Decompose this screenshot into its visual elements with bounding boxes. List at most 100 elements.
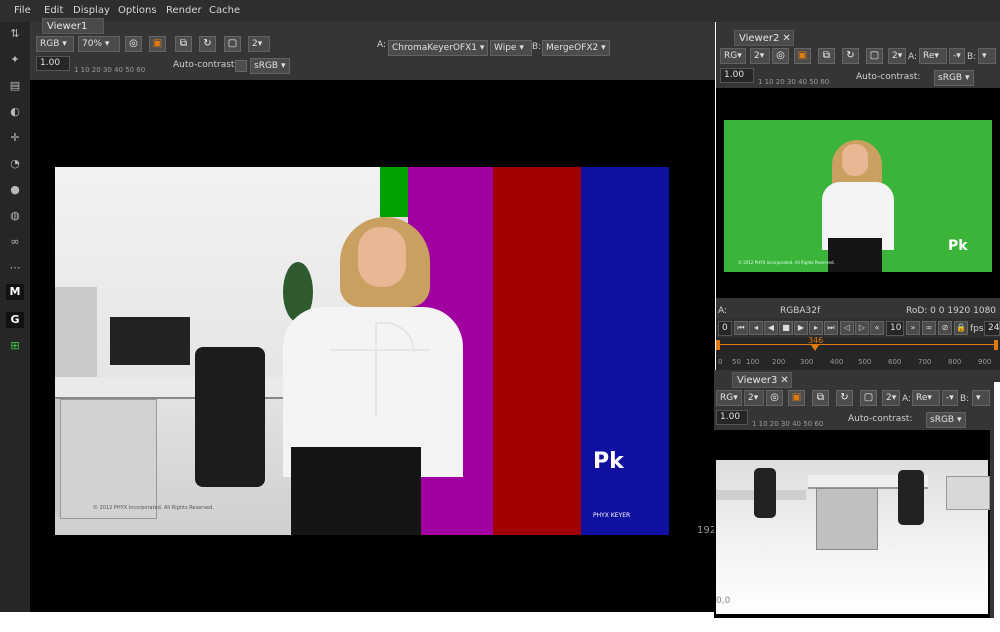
count2-dropdown[interactable]: 2▾ <box>888 48 906 64</box>
start-frame-field[interactable]: 0 <box>718 321 732 336</box>
paint-node-icon[interactable]: ✦ <box>6 52 24 68</box>
colorspace-dropdown[interactable]: sRGB ▾ <box>926 412 966 428</box>
last-frame-button[interactable]: ⏭ <box>824 321 838 335</box>
proxy-button[interactable]: ⧉ <box>812 390 829 406</box>
time-node-icon[interactable]: ▤ <box>6 78 24 94</box>
pause-render-button[interactable]: ▢ <box>866 48 883 64</box>
tab-viewer3[interactable]: Viewer3 ✕ <box>732 372 792 388</box>
prev-increment-button[interactable]: ◁ <box>840 321 854 335</box>
timeline-ruler[interactable]: 346 0 50 100 200 300 400 500 600 700 800… <box>716 336 1000 370</box>
prev-keyframe-button[interactable]: ◂ <box>749 321 763 335</box>
viewer2-viewport[interactable]: © 2012 PHYX Incorporated. All Rights Res… <box>716 88 1000 298</box>
menu-render[interactable]: Render <box>166 5 202 16</box>
channel-node-icon[interactable]: ◐ <box>6 104 24 120</box>
layer-count-dropdown[interactable]: 2▾ <box>750 48 770 64</box>
viewer1-viewport[interactable]: © 2012 PHYX Incorporated. All Rights Res… <box>30 80 715 612</box>
range-start-marker[interactable] <box>716 340 720 350</box>
filter-node-icon[interactable]: ● <box>6 182 24 198</box>
zoom-dropdown[interactable]: 70% ▾ <box>78 36 120 52</box>
tab-label: Viewer1 <box>47 21 88 32</box>
merge-node-icon[interactable]: ∞ <box>6 234 24 250</box>
in-out-icon[interactable]: ⊘ <box>938 321 952 335</box>
forward-button[interactable]: » <box>906 321 920 335</box>
channels-dropdown[interactable]: RG▾ <box>716 390 742 406</box>
compare-mode-dropdown[interactable]: -▾ <box>942 390 958 406</box>
a-input-dropdown[interactable]: Re▾ <box>919 48 947 64</box>
rewind-button[interactable]: « <box>870 321 884 335</box>
channels-dropdown[interactable]: RG▾ <box>720 48 746 64</box>
more-node-icon[interactable]: ⋯ <box>6 260 24 276</box>
loop-mode-icon[interactable]: ∞ <box>922 321 936 335</box>
proxy-button[interactable]: ⧉ <box>818 48 835 64</box>
drawer-unit <box>816 488 878 550</box>
refresh-button[interactable]: ↻ <box>199 36 216 52</box>
colorspace-dropdown[interactable]: sRGB ▾ <box>250 58 290 74</box>
close-icon[interactable]: ✕ <box>782 33 790 44</box>
g-node-icon[interactable]: G <box>6 312 24 328</box>
tick-200: 200 <box>772 358 786 366</box>
channels-dropdown[interactable]: RGB ▾ <box>36 36 74 52</box>
tab-viewer1[interactable]: Viewer1 ✕ <box>42 18 104 48</box>
menu-display[interactable]: Display <box>73 5 110 16</box>
color-node-icon[interactable]: ◔ <box>6 156 24 172</box>
roi-button[interactable]: ▣ <box>788 390 805 406</box>
clip-to-project-button[interactable]: ◎ <box>772 48 789 64</box>
b-input-dropdown[interactable]: MergeOFX2 ▾ <box>542 40 610 56</box>
fps-field[interactable]: 24 <box>984 321 1000 336</box>
office-image <box>716 460 990 614</box>
menu-options[interactable]: Options <box>118 5 157 16</box>
compare-mode-dropdown[interactable]: Wipe ▾ <box>490 40 532 56</box>
a-input-dropdown[interactable]: Re▾ <box>912 390 940 406</box>
tab-viewer2[interactable]: Viewer2 ✕ <box>734 30 794 46</box>
cabinet <box>946 476 990 510</box>
lock-icon[interactable]: 🔒 <box>954 321 968 335</box>
first-frame-button[interactable]: ⏮ <box>734 321 748 335</box>
gain-field[interactable]: 1.00 <box>36 56 70 71</box>
menu-edit[interactable]: Edit <box>44 5 63 16</box>
clip-to-project-button[interactable]: ◎ <box>125 36 142 52</box>
menu-file[interactable]: File <box>14 5 31 16</box>
step-field[interactable]: 10 <box>886 321 904 336</box>
keyer-node-icon[interactable]: ◍ <box>6 208 24 224</box>
next-increment-button[interactable]: ▷ <box>855 321 869 335</box>
clip-to-project-button[interactable]: ◎ <box>766 390 783 406</box>
play-backward-button[interactable]: ◀ <box>764 321 778 335</box>
proxy-button[interactable]: ⧉ <box>175 36 192 52</box>
layer-count-dropdown[interactable]: 2▾ <box>248 36 270 52</box>
viewer3-viewport[interactable]: 0,0 <box>714 430 990 618</box>
autocontrast-checkbox[interactable] <box>235 60 247 72</box>
refresh-button[interactable]: ↻ <box>842 48 859 64</box>
person-face <box>358 227 406 287</box>
close-icon[interactable]: ✕ <box>780 375 788 386</box>
gain-field[interactable]: 1.00 <box>716 410 748 425</box>
stop-button[interactable]: ■ <box>779 321 793 335</box>
next-keyframe-button[interactable]: ▸ <box>809 321 823 335</box>
pause-render-button[interactable]: ▢ <box>224 36 241 52</box>
b-input-dropdown[interactable]: ▾ <box>972 390 990 406</box>
play-forward-button[interactable]: ▶ <box>794 321 808 335</box>
transform-node-icon[interactable]: ✛ <box>6 130 24 146</box>
color-bar-blue <box>581 167 669 535</box>
office-chair <box>898 470 924 525</box>
b-input-dropdown[interactable]: ▾ <box>978 48 996 64</box>
roi-button[interactable]: ▣ <box>794 48 811 64</box>
gain-slider[interactable]: 1 10 20 30 40 50 60 <box>758 78 829 86</box>
gain-field[interactable]: 1.00 <box>720 68 754 83</box>
menu-cache[interactable]: Cache <box>209 5 240 16</box>
roi-button[interactable]: ▣ <box>149 36 166 52</box>
gain-slider[interactable]: 1 10 20 30 40 50 60 <box>752 420 823 428</box>
other-node-icon[interactable]: ⊞ <box>6 338 24 354</box>
count2-dropdown[interactable]: 2▾ <box>882 390 900 406</box>
pause-render-button[interactable]: ▢ <box>860 390 877 406</box>
a-input-dropdown[interactable]: ChromaKeyerOFX1 ▾ <box>388 40 488 56</box>
m-node-icon[interactable]: M <box>6 284 24 300</box>
gain-slider[interactable]: 1 10 20 30 40 50 60 <box>74 66 145 74</box>
playhead-marker[interactable] <box>811 345 819 351</box>
tick-900: 900 <box>978 358 992 366</box>
layer-count-dropdown[interactable]: 2▾ <box>744 390 764 406</box>
colorspace-dropdown[interactable]: sRGB ▾ <box>934 70 974 86</box>
refresh-button[interactable]: ↻ <box>836 390 853 406</box>
image-node-icon[interactable]: ⇅ <box>6 26 24 42</box>
compare-mode-dropdown[interactable]: -▾ <box>949 48 965 64</box>
range-end-marker[interactable] <box>994 340 998 350</box>
